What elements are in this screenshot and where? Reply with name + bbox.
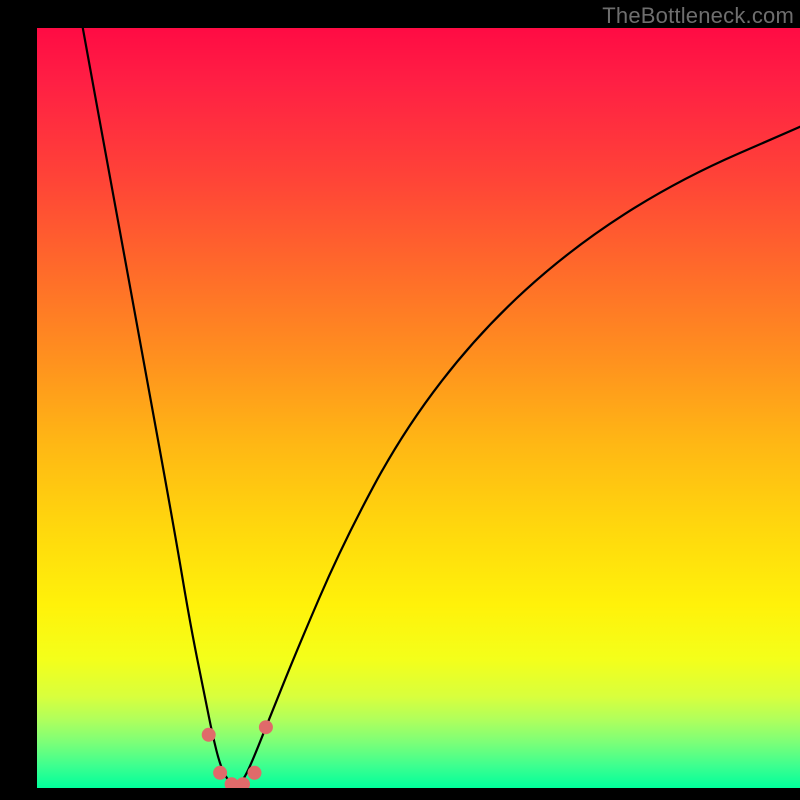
plot-area	[37, 28, 800, 788]
chart-canvas: TheBottleneck.com	[0, 0, 800, 800]
trough-marker	[259, 720, 273, 734]
trough-marker	[236, 777, 250, 788]
trough-marker	[213, 766, 227, 780]
trough-markers	[202, 720, 273, 788]
bottleneck-curve	[83, 28, 800, 786]
chart-svg	[37, 28, 800, 788]
trough-marker	[248, 766, 262, 780]
watermark-text: TheBottleneck.com	[602, 3, 794, 29]
trough-marker	[202, 728, 216, 742]
